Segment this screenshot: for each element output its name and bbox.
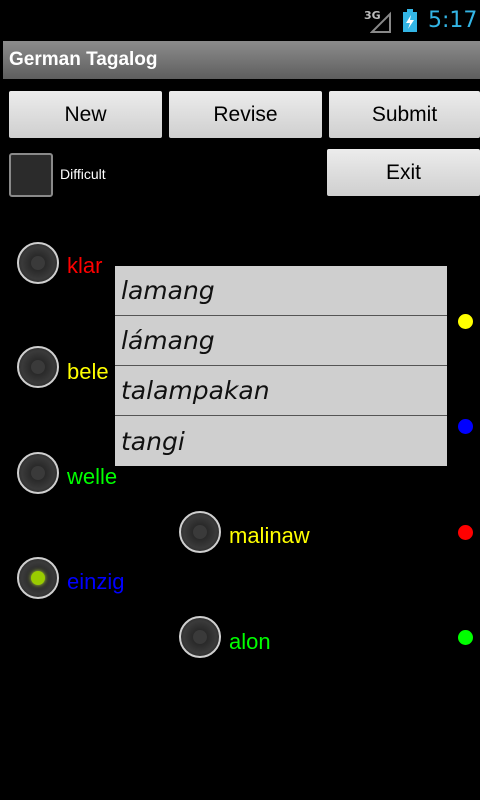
word-left-1[interactable]: bele bbox=[67, 359, 109, 385]
radio-dot bbox=[31, 466, 45, 480]
status-bar: 3G 5:17 bbox=[0, 0, 480, 40]
revise-button[interactable]: Revise bbox=[169, 91, 322, 138]
suggestion-item[interactable]: lámang bbox=[115, 316, 447, 366]
submit-button[interactable]: Submit bbox=[329, 91, 480, 138]
word-left-2[interactable]: welle bbox=[67, 464, 117, 490]
word-right-1[interactable]: alon bbox=[229, 629, 271, 655]
battery-icon bbox=[403, 9, 417, 32]
difficult-checkbox[interactable] bbox=[9, 153, 53, 197]
app-title: German Tagalog bbox=[9, 49, 158, 70]
app-title-bar: German Tagalog bbox=[3, 41, 480, 79]
radio-left-1[interactable] bbox=[17, 346, 59, 388]
radio-dot bbox=[31, 571, 45, 585]
radio-right-0[interactable] bbox=[179, 511, 221, 553]
radio-left-0[interactable] bbox=[17, 242, 59, 284]
indicator-dot-2 bbox=[458, 525, 473, 540]
radio-dot bbox=[31, 256, 45, 270]
indicator-dot-3 bbox=[458, 630, 473, 645]
radio-left-2[interactable] bbox=[17, 452, 59, 494]
exit-button[interactable]: Exit bbox=[327, 149, 480, 196]
radio-dot bbox=[193, 525, 207, 539]
radio-left-3[interactable] bbox=[17, 557, 59, 599]
radio-right-1[interactable] bbox=[179, 616, 221, 658]
radio-dot bbox=[31, 360, 45, 374]
signal-icon bbox=[370, 11, 391, 33]
suggestion-popup: lamang lámang talampakan tangi bbox=[115, 266, 447, 466]
radio-dot bbox=[193, 630, 207, 644]
difficult-label: Difficult bbox=[60, 166, 106, 182]
indicator-dot-0 bbox=[458, 314, 473, 329]
indicator-dot-1 bbox=[458, 419, 473, 434]
clock: 5:17 bbox=[428, 8, 478, 33]
word-left-0[interactable]: klar bbox=[67, 253, 102, 279]
word-left-3[interactable]: einzig bbox=[67, 569, 124, 595]
suggestion-item[interactable]: tangi bbox=[115, 416, 447, 466]
word-right-0[interactable]: malinaw bbox=[229, 523, 310, 549]
suggestion-item[interactable]: talampakan bbox=[115, 366, 447, 416]
suggestion-item[interactable]: lamang bbox=[115, 266, 447, 316]
new-button[interactable]: New bbox=[9, 91, 162, 138]
